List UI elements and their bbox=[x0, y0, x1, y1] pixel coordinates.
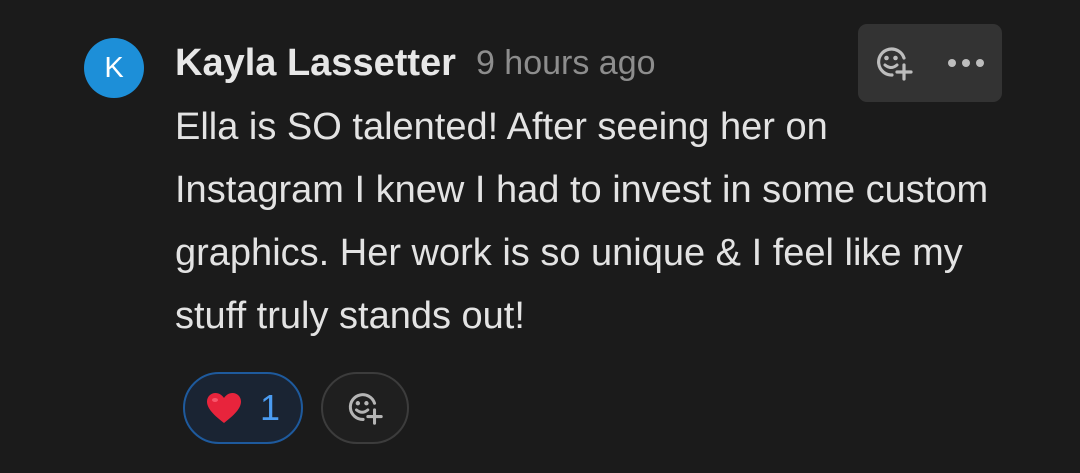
reaction-count: 1 bbox=[259, 387, 281, 428]
add-reaction-icon bbox=[348, 393, 383, 425]
timestamp[interactable]: 9 hours ago bbox=[476, 44, 656, 83]
comment-actions-toolbar bbox=[858, 24, 1002, 102]
avatar[interactable]: K bbox=[84, 38, 144, 98]
comment-body: Ella is SO talented! After seeing her on… bbox=[175, 106, 989, 337]
heart-reaction-button[interactable]: 1 bbox=[183, 372, 303, 444]
add-reaction-pill-button[interactable] bbox=[321, 372, 409, 444]
reactions-bar: 1 bbox=[183, 372, 409, 444]
avatar-initial: K bbox=[104, 51, 124, 84]
heart-icon bbox=[206, 392, 241, 423]
more-options-icon bbox=[948, 59, 956, 67]
author-name[interactable]: Kayla Lassetter bbox=[175, 42, 456, 85]
more-options-button[interactable] bbox=[930, 24, 1002, 102]
add-reaction-button[interactable] bbox=[858, 24, 930, 102]
comment-card: K Kayla Lassetter 9 hours ago Ella is SO… bbox=[0, 0, 1080, 473]
comment-header: Kayla Lassetter 9 hours ago bbox=[175, 38, 656, 88]
add-reaction-icon bbox=[877, 47, 913, 81]
